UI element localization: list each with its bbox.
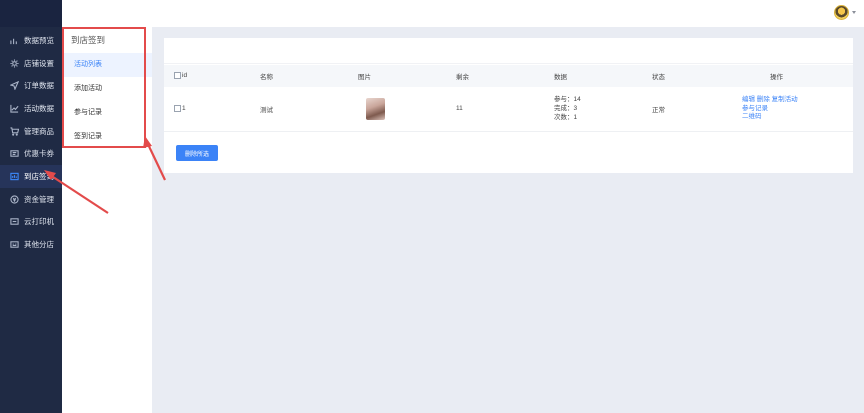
delete-selected-button[interactable]: 删除所选 [176, 145, 218, 161]
sidebar-item-branches[interactable]: 其他分店 [0, 233, 62, 256]
line-chart-icon [9, 103, 19, 113]
checkin-icon [9, 171, 19, 181]
submenu-item-activity-list[interactable]: 活动列表 [62, 53, 152, 77]
sidebar-item-activity-data[interactable]: 活动数据 [0, 97, 62, 120]
gear-icon [9, 58, 19, 68]
printer-icon [9, 217, 19, 227]
sidebar-item-funds[interactable]: 资金管理 [0, 188, 62, 211]
cell-actions: 编辑 删除 复制活动 参与记录 二维码 [742, 87, 853, 132]
row-checkbox[interactable] [174, 105, 181, 113]
activity-list-card: id 名称 图片 剩余 数据 状态 操作 1 测试 11 参与：14 完成：3 … [164, 38, 853, 173]
cell-name: 测试 [260, 87, 358, 132]
header-data: 数据 [554, 65, 652, 87]
header-actions: 操作 [742, 65, 853, 87]
stat-completed: 完成：3 [554, 105, 578, 113]
sidebar-item-checkin[interactable]: 到店签到 [0, 165, 62, 188]
participation-records-link[interactable]: 参与记录 [742, 105, 768, 114]
sidebar-item-label: 其他分店 [24, 240, 54, 250]
sidebar-item-label: 优惠卡券 [24, 149, 54, 159]
activity-thumbnail [366, 97, 385, 120]
table-header-row: id 名称 图片 剩余 数据 状态 操作 [164, 65, 853, 87]
chevron-down-icon [852, 11, 856, 14]
header-name: 名称 [260, 65, 358, 87]
stat-participation: 参与：14 [554, 96, 581, 104]
select-all-checkbox[interactable] [174, 72, 181, 80]
edit-link[interactable]: 编辑 [742, 96, 755, 105]
sidebar-item-store-settings[interactable]: 店铺设置 [0, 52, 62, 75]
store-icon [9, 240, 19, 250]
qrcode-link[interactable]: 二维码 [742, 113, 762, 122]
stat-times: 次数：1 [554, 114, 578, 122]
cart-icon [9, 126, 19, 136]
send-icon [9, 81, 19, 91]
sidebar-item-coupons[interactable]: 优惠卡券 [0, 142, 62, 165]
sidebar-item-orders[interactable]: 订单数据 [0, 74, 62, 97]
card-header [164, 38, 853, 64]
sidebar-item-label: 资金管理 [24, 194, 54, 204]
sidebar-item-dashboard[interactable]: 数据预览 [0, 29, 62, 52]
cell-remaining: 11 [456, 87, 554, 132]
coupon-icon [9, 149, 19, 159]
sidebar-item-label: 店铺设置 [24, 58, 54, 68]
main-sidebar: 数据预览 店铺设置 订单数据 活动数据 管理商品 优惠卡券 到店签到 资金管理 … [0, 0, 62, 413]
header-remaining: 剩余 [456, 65, 554, 87]
user-menu[interactable] [834, 5, 856, 20]
delete-link[interactable]: 删除 [757, 96, 770, 105]
avatar[interactable] [834, 5, 849, 20]
submenu-item-participation-records[interactable]: 参与记录 [62, 101, 152, 125]
cell-stats: 参与：14 完成：3 次数：1 [554, 87, 652, 132]
checkin-submenu: 到店签到 活动列表 添加活动 参与记录 签到记录 [62, 27, 152, 413]
sidebar-item-label: 云打印机 [24, 217, 54, 227]
sidebar-item-label: 管理商品 [24, 126, 54, 136]
bar-chart-icon [9, 35, 19, 45]
money-icon [9, 194, 19, 204]
sidebar-item-printer[interactable]: 云打印机 [0, 211, 62, 234]
sidebar-item-products[interactable]: 管理商品 [0, 120, 62, 143]
sidebar-item-label: 订单数据 [24, 81, 54, 91]
table-row: 1 测试 11 参与：14 完成：3 次数：1 正常 编辑 删除 复制活动 参与… [164, 87, 853, 132]
submenu-item-checkin-records[interactable]: 签到记录 [62, 125, 152, 149]
submenu-item-add-activity[interactable]: 添加活动 [62, 77, 152, 101]
header-status: 状态 [652, 65, 742, 87]
cell-image [358, 87, 456, 132]
logo-area [0, 0, 62, 27]
sidebar-item-label: 到店签到 [24, 171, 54, 181]
top-header [62, 0, 864, 27]
header-image: 图片 [358, 65, 456, 87]
activity-table: id 名称 图片 剩余 数据 状态 操作 1 测试 11 参与：14 完成：3 … [164, 65, 853, 132]
copy-activity-link[interactable]: 复制活动 [772, 96, 798, 105]
cell-id: 1 [164, 87, 260, 132]
submenu-title: 到店签到 [71, 35, 106, 45]
header-id: id [164, 65, 260, 87]
cell-status: 正常 [652, 87, 742, 132]
sidebar-item-label: 数据预览 [24, 35, 54, 45]
sidebar-item-label: 活动数据 [24, 103, 54, 113]
